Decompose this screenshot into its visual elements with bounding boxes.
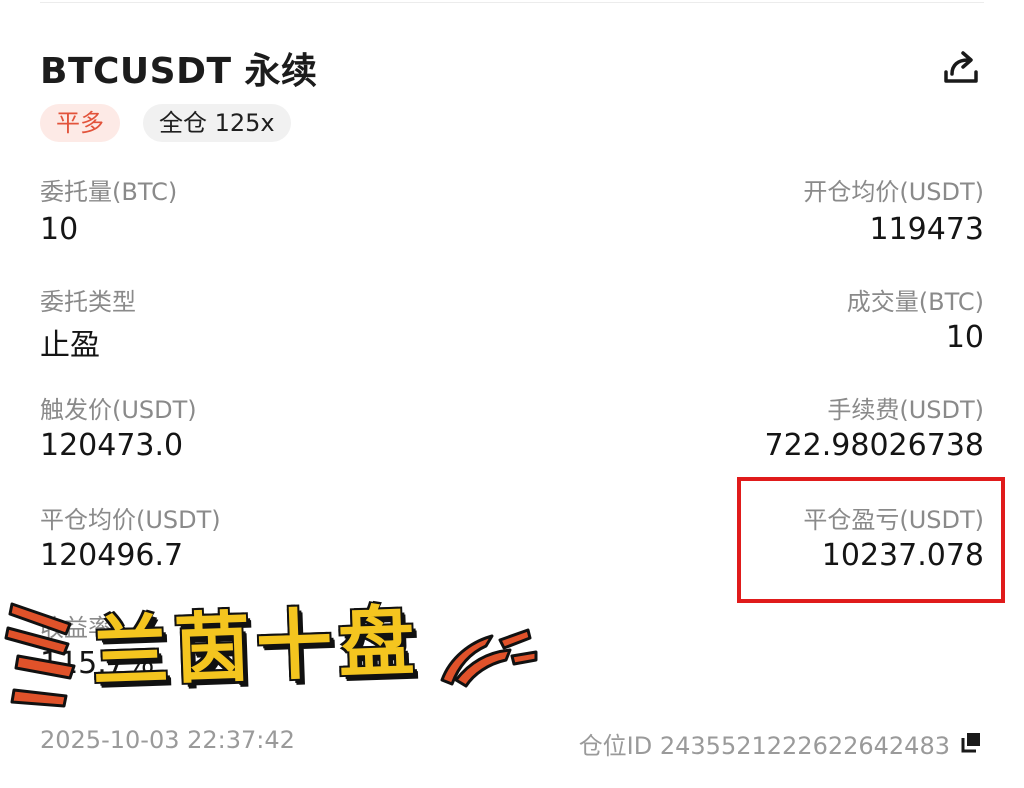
trigger-price-value: 120473.0 [40, 428, 184, 463]
close-avg-price-label: 平仓均价(USDT) [40, 506, 221, 534]
copy-icon[interactable] [960, 731, 982, 753]
trigger-price-label: 触发价(USDT) [40, 396, 197, 424]
order-qty-value: 10 [40, 212, 79, 247]
contract-title: BTCUSDT 永续 [40, 51, 318, 92]
open-avg-price-value: 119473 [869, 212, 984, 247]
fee-value: 722.98026738 [764, 428, 985, 463]
pnl-highlight-box [737, 477, 1005, 603]
order-timestamp: 2025-10-03 22:37:42 [40, 726, 295, 754]
share-icon[interactable] [942, 48, 980, 86]
fee-label: 手续费(USDT) [827, 396, 984, 424]
position-side-badge: 平多 [40, 104, 120, 142]
close-avg-price-value: 120496.7 [40, 538, 184, 573]
order-type-value: 止盈 [40, 328, 100, 363]
order-type-label: 委托类型 [40, 288, 136, 316]
sticker-caption: 兰茵十盘 [90, 596, 422, 697]
top-divider [40, 2, 984, 3]
filled-qty-value: 10 [945, 320, 984, 355]
position-id: 仓位ID 2435521222622642483 [578, 732, 950, 760]
open-avg-price-label: 开仓均价(USDT) [803, 178, 984, 206]
filled-qty-label: 成交量(BTC) [846, 288, 984, 316]
order-qty-label: 委托量(BTC) [40, 178, 178, 206]
margin-leverage-badge: 全仓 125x [143, 104, 291, 142]
